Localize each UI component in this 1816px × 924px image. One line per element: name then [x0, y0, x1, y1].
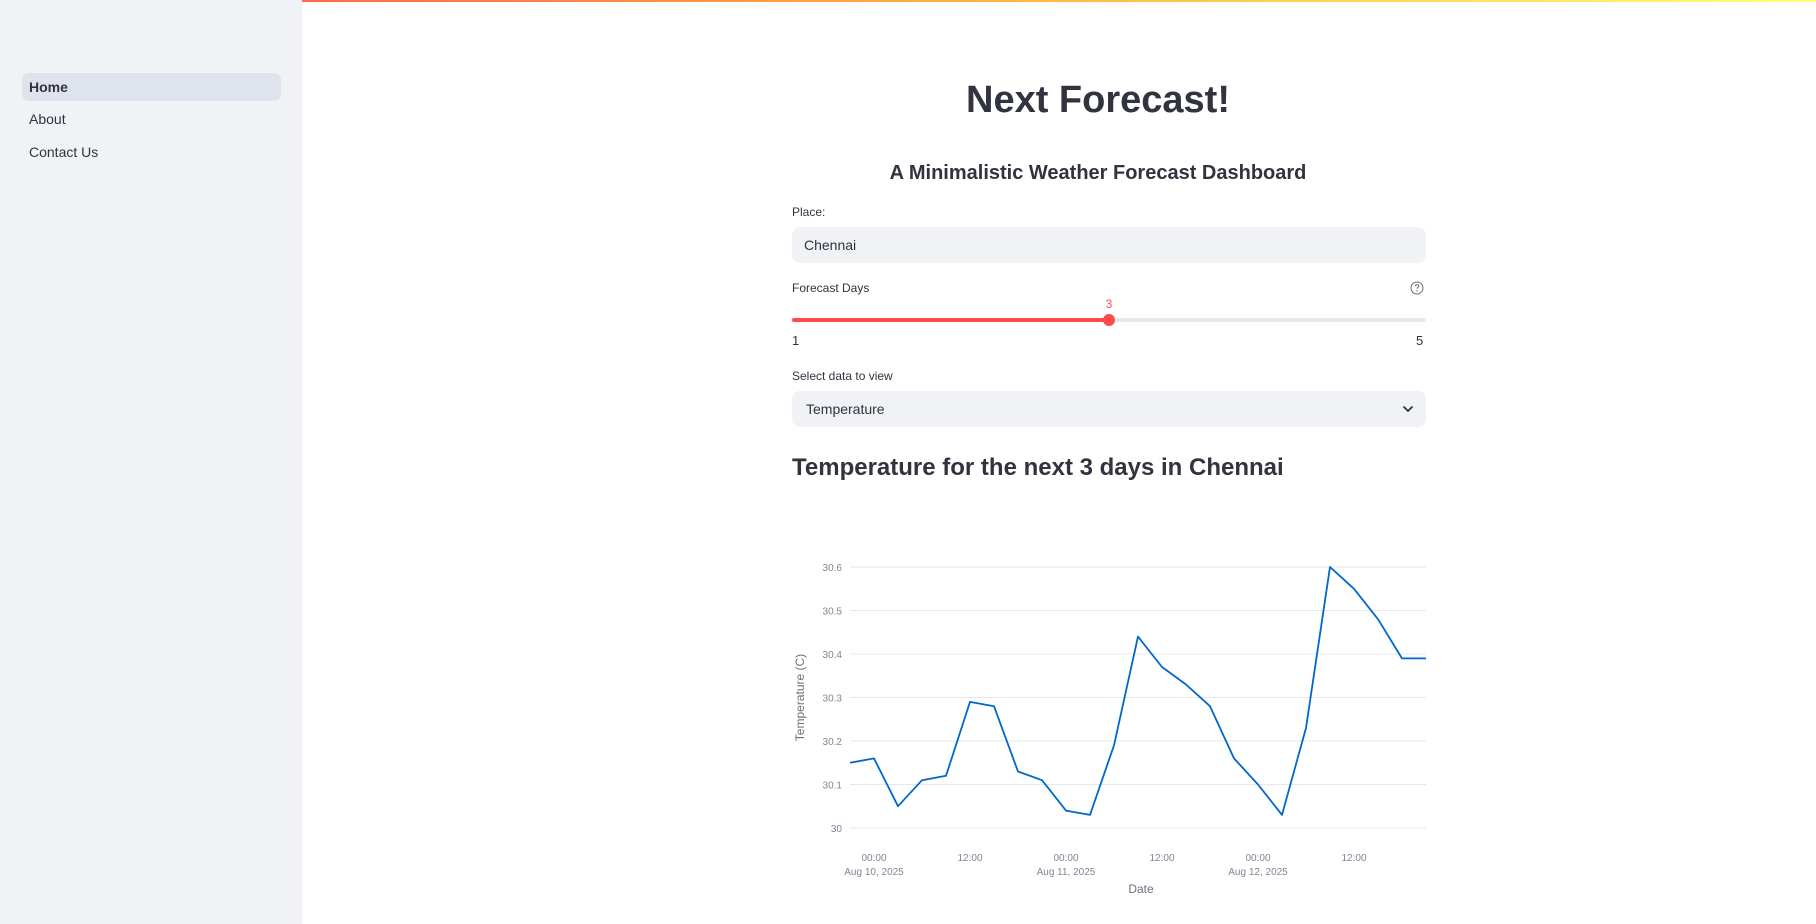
y-tick-label: 30.3 — [823, 694, 843, 705]
y-tick-label: 30.4 — [823, 650, 843, 661]
x-axis-label: Date — [1128, 882, 1154, 896]
y-tick-label: 30.2 — [823, 737, 843, 748]
x-tick-label: 00:00 — [861, 853, 886, 864]
y-tick-label: 30.6 — [823, 563, 843, 574]
x-tick-sublabel: Aug 12, 2025 — [1228, 867, 1288, 878]
x-tick-label: 12:00 — [957, 853, 982, 864]
y-axis-label: Temperature (C) — [793, 654, 807, 741]
x-tick-sublabel: Aug 11, 2025 — [1037, 867, 1096, 878]
temperature-chart: 30 30.1 30.2 30.3 30.4 30.5 30.6 00:00 Aug 10, 2… — [793, 563, 1426, 896]
y-tick-label: 30.1 — [823, 781, 843, 792]
y-tick-label: 30 — [831, 824, 843, 835]
x-tick-label: 00:00 — [1245, 853, 1270, 864]
x-tick-sublabel: Aug 10, 2025 — [844, 867, 904, 878]
y-tick-label: 30.5 — [823, 607, 843, 618]
x-tick-label: 00:00 — [1053, 853, 1078, 864]
x-tick-label: 12:00 — [1341, 853, 1366, 864]
x-tick-label: 12:00 — [1149, 853, 1174, 864]
temperature-line — [849, 566, 1426, 816]
